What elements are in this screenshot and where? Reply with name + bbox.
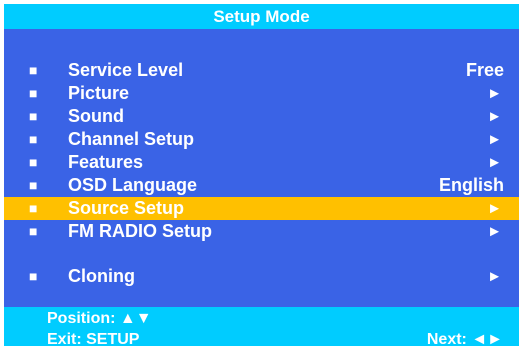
bullet-icon: ■ — [29, 108, 38, 124]
menu-item-source-setup[interactable]: ■ Source Setup ► — [4, 197, 519, 220]
menu-item-fm-radio-setup[interactable]: ■ FM RADIO Setup ► — [4, 220, 519, 243]
menu-item-features[interactable]: ■ Features ► — [4, 151, 519, 174]
menu-item-picture[interactable]: ■ Picture ► — [4, 82, 519, 105]
bullet-icon: ■ — [29, 177, 38, 193]
menu-item-label: Channel Setup — [68, 129, 195, 149]
bullet-icon: ■ — [29, 62, 38, 78]
arrow-right-icon: ► — [487, 154, 502, 171]
bullet-icon: ■ — [29, 268, 38, 284]
window-title: Setup Mode — [4, 4, 519, 29]
menu-item-channel-setup[interactable]: ■ Channel Setup ► — [4, 128, 519, 151]
arrow-right-icon: ► — [487, 131, 502, 148]
menu-item-label: Source Setup — [68, 198, 185, 218]
menu-item-sound[interactable]: ■ Sound ► — [4, 105, 519, 128]
position-hint: Position: ▲▼ — [47, 310, 152, 327]
menu-item-service-level[interactable]: ■ Service Level Free — [4, 59, 519, 82]
arrow-right-icon: ► — [487, 85, 502, 102]
menu-item-label: Picture — [68, 83, 130, 103]
menu-item-cloning[interactable]: ■ Cloning ► — [4, 265, 519, 288]
menu-item-label: Cloning — [68, 266, 135, 286]
setup-mode-window: Setup Mode ■ Service Level Free ■ Pictur… — [4, 4, 519, 346]
navigation-hint-bar: Position: ▲▼ Exit: SETUP Next: ◄► — [4, 307, 519, 346]
bullet-icon: ■ — [29, 223, 38, 239]
bullet-icon: ■ — [29, 131, 38, 147]
arrow-right-icon: ► — [487, 108, 502, 125]
next-hint: Next: ◄► — [426, 331, 503, 346]
arrow-right-icon: ► — [487, 268, 502, 285]
bullet-icon: ■ — [29, 85, 38, 101]
menu-item-label: FM RADIO Setup — [68, 221, 212, 241]
menu-item-osd-language[interactable]: ■ OSD Language English — [4, 174, 519, 197]
menu-item-value: Free — [465, 60, 504, 80]
bullet-icon: ■ — [29, 200, 38, 216]
arrow-right-icon: ► — [487, 200, 502, 217]
bullet-icon: ■ — [29, 154, 38, 170]
menu-item-value: English — [438, 175, 504, 195]
menu-item-label: Features — [68, 152, 144, 172]
setup-menu: ■ Service Level Free ■ Picture ► ■ Sound… — [4, 59, 519, 288]
menu-item-label: OSD Language — [68, 175, 198, 195]
exit-hint: Exit: SETUP — [47, 331, 140, 346]
menu-item-label: Sound — [68, 106, 124, 126]
menu-item-label: Service Level — [68, 60, 184, 80]
arrow-right-icon: ► — [487, 223, 502, 240]
